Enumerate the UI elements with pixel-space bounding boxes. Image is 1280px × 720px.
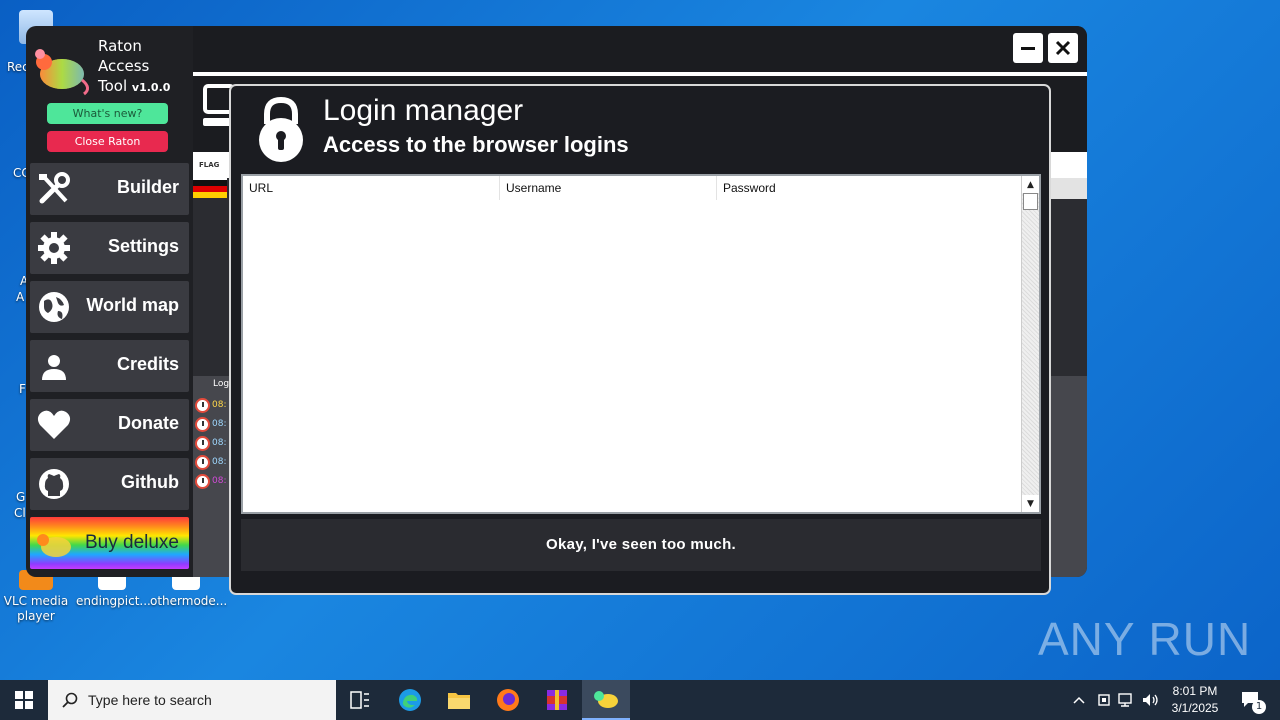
- start-button[interactable]: [0, 680, 48, 720]
- desktop-icon-vlc[interactable]: VLC media player: [0, 570, 72, 624]
- taskbar-winrar[interactable]: [533, 680, 581, 720]
- close-window-button[interactable]: [1048, 33, 1078, 63]
- speaker-icon: [1143, 694, 1158, 706]
- winrar-icon: [547, 690, 567, 710]
- nav-label: Github: [121, 472, 179, 492]
- dialog-subtitle: Access to the browser logins: [323, 132, 629, 157]
- brand-title: Raton Access Tool v1.0.0: [98, 37, 171, 95]
- chevron-up-icon: ▲: [1027, 179, 1034, 190]
- tools-icon: [39, 172, 70, 204]
- tray-overflow-button[interactable]: [1068, 680, 1090, 720]
- nav-github[interactable]: Github: [30, 458, 189, 510]
- desktop-edge-label: F: [19, 382, 26, 396]
- nav-settings[interactable]: Settings: [30, 222, 189, 274]
- close-raton-button[interactable]: Close Raton: [47, 131, 168, 152]
- column-header-password[interactable]: Password: [717, 176, 1021, 200]
- clock-date: 3/1/2025: [1171, 701, 1219, 715]
- alarm-clock-icon: [195, 397, 210, 413]
- taskbar-firefox[interactable]: [484, 680, 532, 720]
- rat-logo-icon: [594, 691, 618, 708]
- desktop-edge-label: G: [16, 490, 26, 504]
- taskbar-edge[interactable]: [386, 680, 434, 720]
- tray-device-button[interactable]: [1094, 680, 1114, 720]
- minimize-button[interactable]: [1013, 33, 1043, 63]
- globe-icon: [39, 292, 69, 322]
- chevron-up-icon: [1073, 696, 1085, 704]
- dialog-title: Login manager: [323, 94, 524, 127]
- logins-table[interactable]: URL Username Password ▲ ▼: [241, 174, 1041, 514]
- column-header-url[interactable]: URL: [243, 176, 500, 200]
- germany-flag: [193, 180, 227, 198]
- minimize-icon: [1021, 47, 1035, 50]
- taskbar-clock[interactable]: 8:01 PM 3/1/2025: [1160, 683, 1230, 717]
- sidebar: Raton Access Tool v1.0.0 What's new? Clo…: [26, 26, 193, 577]
- nav-label: World map: [86, 295, 179, 315]
- folder-icon: [448, 693, 470, 709]
- desktop-edge-label: A: [16, 290, 25, 304]
- alarm-clock-icon: [195, 435, 210, 451]
- alarm-clock-icon: [195, 473, 210, 489]
- notification-badge: 1: [1252, 700, 1266, 714]
- chevron-down-icon: ▼: [1027, 498, 1034, 509]
- network-icon: [1118, 693, 1132, 707]
- rat-logo-icon: [37, 534, 71, 557]
- nav-label: Builder: [116, 177, 179, 197]
- desktop-icon-label: othermode...: [150, 594, 228, 608]
- search-input[interactable]: [88, 692, 328, 708]
- column-header-username[interactable]: Username: [500, 176, 717, 200]
- scroll-down-button[interactable]: ▼: [1022, 495, 1039, 512]
- firefox-icon: [497, 689, 519, 711]
- clock-time: 8:01 PM: [1172, 684, 1218, 698]
- device-icon: [1098, 694, 1110, 706]
- edge-icon: [399, 689, 421, 711]
- log-header: Log: [213, 379, 230, 389]
- taskbar-raton[interactable]: [582, 680, 630, 720]
- table-header: URL Username Password: [243, 176, 1021, 200]
- taskbar-search[interactable]: [48, 680, 336, 720]
- gear-icon: [38, 232, 70, 264]
- scrollbar-thumb[interactable]: [1023, 193, 1038, 210]
- person-icon: [42, 355, 66, 380]
- nav-label: Settings: [107, 236, 179, 256]
- lock-icon: [259, 96, 303, 162]
- nav-label: Donate: [117, 413, 179, 433]
- task-view-button[interactable]: [336, 680, 384, 720]
- client-row: [1050, 178, 1087, 199]
- desktop-icon-label: endingpict...: [76, 594, 151, 608]
- alarm-clock-icon: [195, 416, 210, 432]
- login-manager-dialog: Login manager Access to the browser logi…: [229, 84, 1051, 595]
- buy-deluxe-label: Buy deluxe: [84, 532, 179, 553]
- vertical-scrollbar[interactable]: ▲ ▼: [1021, 176, 1039, 512]
- github-icon: [39, 469, 69, 499]
- taskbar-file-explorer[interactable]: [435, 680, 483, 720]
- notification-center-button[interactable]: 1: [1234, 680, 1268, 720]
- windows-logo-icon: [15, 691, 33, 709]
- nav-donate[interactable]: Donate: [30, 399, 189, 451]
- main-titlebar: [190, 26, 1087, 72]
- nav-world-map[interactable]: World map: [30, 281, 189, 333]
- heart-icon: [37, 410, 71, 439]
- buy-deluxe-button[interactable]: Buy deluxe: [30, 517, 189, 569]
- nav-label: Credits: [116, 354, 179, 374]
- desktop-edge-label: Cl: [14, 506, 26, 520]
- whats-new-button[interactable]: What's new?: [47, 103, 168, 124]
- search-icon: [62, 692, 78, 708]
- rat-logo-icon: [35, 49, 89, 96]
- tray-volume-button[interactable]: [1140, 680, 1162, 720]
- nav-credits[interactable]: Credits: [30, 340, 189, 392]
- okay-seen-too-much-button[interactable]: Okay, I've seen too much.: [241, 519, 1041, 571]
- alarm-clock-icon: [195, 454, 210, 470]
- version-label: v1.0.0: [131, 81, 171, 94]
- task-view-icon: [350, 691, 369, 709]
- anyrun-watermark: ANY RUN: [1038, 613, 1252, 665]
- close-icon: [1055, 40, 1071, 56]
- tray-network-button[interactable]: [1116, 680, 1138, 720]
- scroll-up-button[interactable]: ▲: [1022, 176, 1039, 193]
- nav-builder[interactable]: Builder: [30, 163, 189, 215]
- desktop-icon-label: VLC media player: [3, 594, 69, 623]
- taskbar: 8:01 PM 3/1/2025 1: [0, 680, 1280, 720]
